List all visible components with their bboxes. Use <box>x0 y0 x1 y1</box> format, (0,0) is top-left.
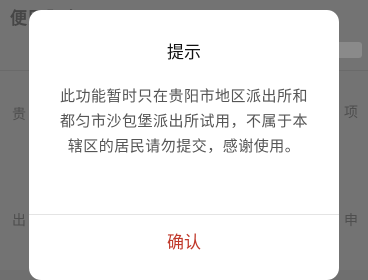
dialog-title: 提示 <box>167 43 201 63</box>
alert-dialog: 提示 此功能暂时只在贵阳市地区派出所和都匀市沙包堡派出所试用，不属于本辖区的居民… <box>29 10 339 280</box>
background-text-fragment: 申 <box>344 213 358 229</box>
background-text-fragment: 贵 <box>12 107 26 123</box>
dialog-message: 此功能暂时只在贵阳市地区派出所和都匀市沙包堡派出所试用，不属于本辖区的居民请勿提… <box>59 87 308 155</box>
background-text-fragment: 出 <box>12 213 26 229</box>
background-text-fragment: 项 <box>344 105 358 121</box>
dialog-divider <box>29 214 339 215</box>
confirm-button[interactable]: 确认 <box>29 226 339 260</box>
